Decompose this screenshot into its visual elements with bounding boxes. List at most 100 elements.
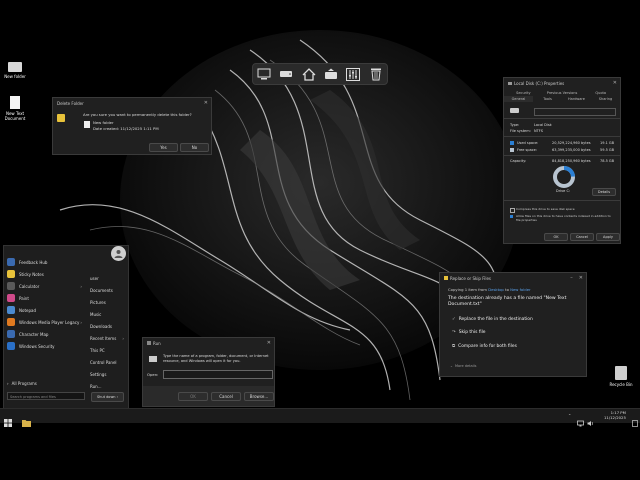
desktop-icon-label: New folder — [4, 74, 26, 79]
no-button[interactable]: No — [180, 143, 209, 152]
user-avatar[interactable] — [111, 246, 126, 261]
start-pinned-item[interactable]: Sticky Notes — [4, 268, 86, 280]
desktop-icon-new-text-document[interactable]: New Text Document — [1, 96, 29, 121]
compress-checkbox[interactable] — [510, 208, 515, 213]
dialog-titlebar: Run ✕ — [143, 338, 274, 348]
used-label: Used space: — [517, 141, 539, 145]
more-details-toggle[interactable]: ⌄ More details — [450, 364, 476, 368]
chevron-down-icon: ⌄ — [450, 364, 453, 368]
desktop-icon-recycle-bin[interactable]: Recycle Bin — [607, 366, 635, 387]
tab-tools[interactable]: Tools — [533, 96, 562, 102]
windows-start-icon[interactable] — [4, 412, 12, 427]
skip-option[interactable]: ↷ Skip this file — [452, 330, 486, 335]
places-list: user Documents Pictures Music Downloads Recen… — [90, 272, 126, 392]
close-icon[interactable]: ✕ — [613, 80, 617, 86]
ok-button[interactable]: OK — [544, 233, 568, 241]
start-pinned-label: Windows Media Player Legacy — [19, 319, 80, 325]
tab-general[interactable]: General — [504, 96, 533, 102]
start-place-item[interactable]: Downloads — [90, 320, 126, 332]
replace-option[interactable]: ✓ Replace the file in the destination — [452, 317, 533, 322]
replace-option-label: Replace the file in the destination — [458, 317, 533, 322]
computer-icon[interactable] — [257, 67, 271, 81]
pinned-programs-list: Feedback Hub Sticky Notes Calculator › Paint… — [4, 256, 86, 352]
delete-question: Are you sure you want to permanently del… — [83, 112, 192, 117]
item-name: New folder — [93, 120, 114, 125]
start-pinned-item[interactable]: Windows Security — [4, 340, 86, 352]
trash-icon[interactable] — [369, 67, 383, 81]
start-place-item[interactable]: Settings — [90, 368, 126, 380]
start-place-item[interactable]: Control Panel — [90, 356, 126, 368]
volume-icon[interactable] — [587, 412, 594, 426]
divider — [504, 155, 620, 156]
start-place-item[interactable]: Pictures — [90, 296, 126, 308]
cancel-button[interactable]: Cancel — [570, 233, 594, 241]
minimize-icon[interactable]: – — [570, 275, 573, 281]
drive-icon — [510, 108, 519, 113]
used-space-swatch — [510, 141, 514, 145]
close-icon[interactable]: ✕ — [579, 275, 583, 281]
folder-small-icon — [444, 276, 448, 280]
start-place-item[interactable]: This PC — [90, 344, 126, 356]
copying-to-word: to — [505, 287, 509, 292]
shutdown-button[interactable]: Shut down › — [91, 392, 124, 402]
start-place-item[interactable]: Run... — [90, 380, 126, 392]
app-icon — [7, 330, 15, 338]
text-document-icon — [10, 96, 20, 109]
apply-button[interactable]: Apply — [596, 233, 620, 241]
clock[interactable]: 1:17 PM 11/12/2025 — [604, 410, 626, 420]
close-icon[interactable]: ✕ — [267, 340, 271, 346]
yes-button[interactable]: Yes — [149, 143, 178, 152]
open-input[interactable] — [163, 370, 273, 379]
search-programs-input[interactable]: Search programs and files — [7, 392, 85, 400]
tab-sharing[interactable]: Sharing — [591, 96, 620, 102]
eject-drive-icon[interactable] — [324, 67, 338, 81]
ok-button[interactable]: OK — [178, 392, 208, 401]
destination-link[interactable]: New folder — [510, 287, 531, 292]
close-icon[interactable]: ✕ — [204, 100, 208, 106]
app-icon — [7, 318, 15, 326]
compare-option[interactable]: ⧉ Compare info for both files — [452, 343, 517, 350]
start-pinned-item[interactable]: Feedback Hub — [4, 256, 86, 268]
start-place-label: Recent Items — [90, 335, 117, 341]
tab-hardware[interactable]: Hardware — [562, 96, 591, 102]
notification-icon[interactable] — [632, 412, 638, 427]
start-place-label: Settings — [90, 371, 107, 377]
compress-label: Compress this drive to save disk space — [516, 207, 575, 211]
used-bytes: 20,529,224,960 bytes — [552, 141, 591, 145]
start-place-item[interactable]: Recent Items › — [90, 332, 126, 344]
start-pinned-item[interactable]: Character Map — [4, 328, 86, 340]
start-pinned-item[interactable]: Notepad — [4, 304, 86, 316]
drive-name-field[interactable] — [534, 108, 616, 116]
type-value: Local Disk — [534, 123, 552, 127]
home-icon[interactable] — [302, 67, 316, 81]
network-icon[interactable] — [577, 412, 584, 427]
start-menu: Feedback Hub Sticky Notes Calculator › Paint… — [3, 245, 129, 409]
start-place-item[interactable]: Music — [90, 308, 126, 320]
source-link[interactable]: Desktop — [488, 287, 504, 292]
index-checkbox[interactable] — [510, 215, 513, 218]
desktop-icon-new-folder[interactable]: New folder — [1, 62, 29, 79]
equalizer-icon[interactable] — [346, 67, 361, 81]
folder-icon — [8, 62, 22, 72]
cancel-button[interactable]: Cancel — [211, 392, 241, 401]
capacity-gb: 78.5 GB — [600, 159, 615, 163]
file-explorer-icon[interactable] — [22, 412, 31, 427]
divider — [504, 200, 620, 201]
details-button[interactable]: Details — [592, 188, 616, 196]
desktop-icon-label: Recycle Bin — [609, 382, 633, 387]
run-icon — [149, 356, 157, 362]
chevron-up-icon[interactable]: ⌃ — [568, 413, 571, 418]
delete-folder-dialog: Delete Folder ✕ Are you sure you want to… — [52, 97, 212, 155]
start-place-label: user — [90, 275, 99, 281]
start-pinned-label: Notepad — [19, 307, 36, 313]
start-place-item[interactable]: user — [90, 272, 126, 284]
start-place-item[interactable]: Documents — [90, 284, 126, 296]
start-pinned-item[interactable]: Windows Media Player Legacy › — [4, 316, 86, 328]
compare-option-label: Compare info for both files — [458, 343, 517, 349]
start-pinned-item[interactable]: Calculator › — [4, 280, 86, 292]
start-pinned-item[interactable]: Paint — [4, 292, 86, 304]
all-programs-button[interactable]: › All Programs — [7, 381, 37, 386]
app-icon — [7, 342, 15, 350]
drive-icon[interactable] — [279, 67, 293, 81]
browse-button[interactable]: Browse... — [244, 392, 274, 401]
